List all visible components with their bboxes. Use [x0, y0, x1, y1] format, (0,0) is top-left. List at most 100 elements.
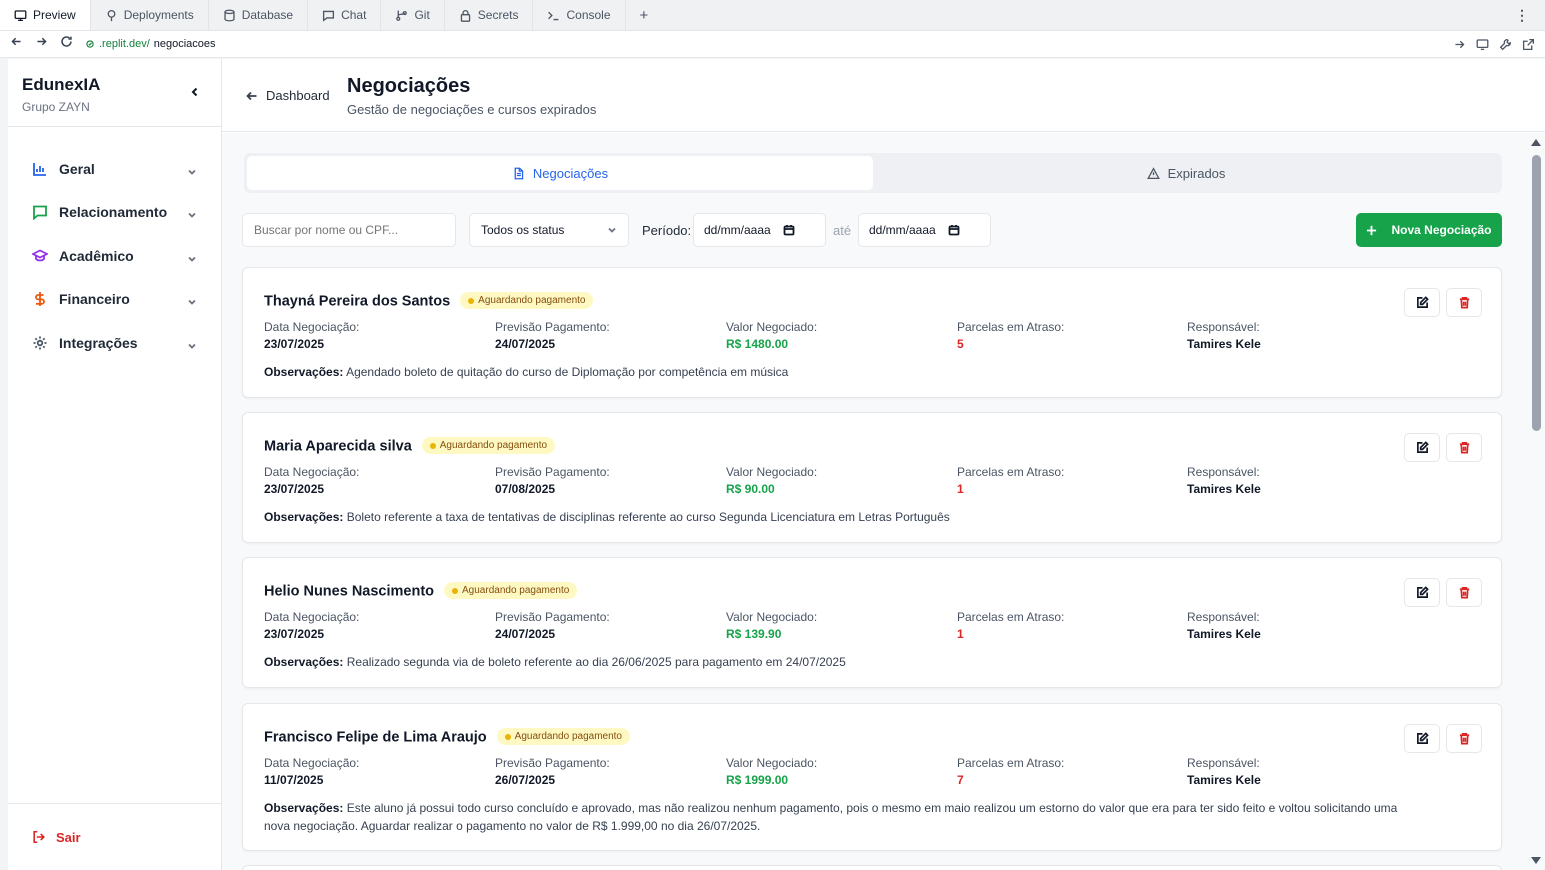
external-link-icon[interactable] — [1522, 38, 1535, 51]
url-tools — [1453, 38, 1535, 51]
url-input[interactable]: .replit.dev/negociacoes — [85, 38, 216, 50]
delete-button[interactable] — [1446, 288, 1482, 317]
monitor-icon — [14, 9, 27, 21]
negociacao-card: Helio Nunes Nascimento Aguardando pagamen… — [242, 557, 1502, 688]
deploy-icon — [107, 9, 116, 21]
graduation-cap-icon — [32, 248, 48, 264]
scroll-down-arrow[interactable] — [1531, 857, 1541, 864]
arrow-right-icon[interactable] — [1453, 38, 1466, 51]
card-observacoes: Observações: Este aluno já possui todo c… — [264, 799, 1414, 835]
periodo-label: Período: — [642, 223, 692, 238]
chevron-down-icon — [187, 251, 197, 262]
date-from-value: dd/mm/aaaa — [704, 223, 771, 237]
reload-icon[interactable] — [60, 35, 73, 53]
chevron-down-icon — [187, 338, 197, 349]
edit-button[interactable] — [1404, 433, 1440, 462]
field-value: 11/07/2025 — [264, 773, 324, 787]
back-to-dashboard-link[interactable]: Dashboard — [246, 88, 330, 103]
more-options-button[interactable]: ⋮ — [1499, 0, 1545, 30]
page-scrollbar[interactable] — [1527, 133, 1545, 870]
sidebar-item-geral[interactable]: Geral — [8, 147, 221, 191]
student-name: Francisco Felipe de Lima Araujo — [264, 729, 487, 746]
calendar-icon[interactable] — [948, 224, 960, 236]
scroll-up-arrow[interactable] — [1531, 139, 1541, 146]
brand: EdunexIA Grupo ZAYN — [8, 59, 221, 127]
obs-text: Este aluno já possui todo curso concluíd… — [264, 801, 1398, 833]
date-to-input[interactable]: dd/mm/aaaa — [858, 213, 991, 247]
status-badge: Aguardando pagamento — [496, 728, 630, 745]
field-label: Previsão Pagamento: — [495, 465, 610, 479]
nova-negociacao-button[interactable]: Nova Negociação — [1356, 213, 1502, 247]
device-icon[interactable] — [1476, 38, 1489, 51]
ide-tab-chat[interactable]: Chat — [308, 0, 382, 30]
edit-button[interactable] — [1404, 578, 1440, 607]
field-value: 23/07/2025 — [264, 337, 325, 351]
field-label: Data Negociação: — [264, 756, 360, 770]
lock-icon — [460, 9, 471, 22]
ide-tab-console[interactable]: Console — [533, 0, 626, 30]
date-from-input[interactable]: dd/mm/aaaa — [693, 213, 826, 247]
tab-negociacoes[interactable]: Negociações — [247, 156, 873, 190]
field-label: Responsável: — [1187, 610, 1260, 624]
field-label: Parcelas em Atraso: — [957, 320, 1065, 334]
tab-label: Negociações — [532, 165, 609, 181]
delete-button[interactable] — [1446, 433, 1482, 462]
collapse-sidebar-button[interactable] — [189, 85, 201, 97]
field-label: Responsável: — [1187, 320, 1260, 334]
message-square-icon — [32, 204, 48, 221]
new-tab-button[interactable]: + — [626, 0, 663, 30]
git-icon — [396, 10, 408, 21]
field-value: R$ 90.00 — [726, 482, 775, 496]
status-dot — [504, 733, 511, 740]
student-name: Thayná Pereira dos Santos — [264, 293, 451, 310]
alert-triangle-icon — [1146, 166, 1160, 179]
ide-tab-preview[interactable]: Preview — [0, 0, 91, 30]
card-student-name: Helio Nunes Nascimento Aguardando pagamen… — [264, 582, 578, 600]
brand-subtitle: Grupo ZAYN — [22, 100, 90, 114]
sidebar-item-integracoes[interactable]: Integrações — [8, 321, 221, 365]
edit-button[interactable] — [1404, 724, 1440, 753]
chevron-down-icon — [187, 164, 197, 175]
field-value: 1 — [957, 627, 964, 641]
sidebar-item-relacionamento[interactable]: Relacionamento — [8, 191, 221, 235]
delete-button[interactable] — [1446, 578, 1482, 607]
chevron-down-icon — [187, 207, 197, 219]
file-text-icon — [514, 167, 524, 179]
back-arrow-icon[interactable] — [10, 35, 23, 53]
sidebar: EdunexIA Grupo ZAYN Geral Relacionamento… — [8, 59, 222, 870]
edit-button[interactable] — [1404, 288, 1440, 317]
field-valor: Valor Negociado: R$ 1480.00 — [726, 320, 817, 351]
ide-tab-secrets[interactable]: Secrets — [445, 0, 534, 30]
chevron-down-icon — [187, 294, 197, 306]
card-observacoes: Observações: Realizado segunda via de bo… — [264, 653, 1414, 671]
wrench-icon[interactable] — [1499, 38, 1512, 51]
tab-expirados[interactable]: Expirados — [873, 156, 1499, 190]
card-student-name: Francisco Felipe de Lima Araujo Aguardand… — [264, 728, 630, 746]
delete-button[interactable] — [1446, 724, 1482, 753]
field-value: 24/07/2025 — [495, 627, 556, 641]
sidebar-item-financeiro[interactable]: Financeiro — [8, 278, 221, 322]
field-value: Tamires Kele — [1187, 773, 1261, 787]
scroll-thumb[interactable] — [1532, 155, 1541, 431]
search-input[interactable] — [242, 213, 456, 247]
card-observacoes: Observações: Boleto referente a taxa de … — [264, 508, 1414, 526]
ate-label: até — [833, 223, 852, 238]
logout-button[interactable]: Sair — [8, 803, 221, 870]
field-value: 07/08/2025 — [495, 482, 556, 496]
negociacao-card: Thayná Pereira dos Santos Aguardando paga… — [242, 267, 1502, 398]
negociacao-card-partial — [242, 865, 1502, 870]
sidebar-item-academico[interactable]: Acadêmico — [8, 234, 221, 278]
field-label: Valor Negociado: — [726, 756, 818, 770]
main-content: Negociações Expirados Todos os status Pe… — [222, 133, 1527, 870]
calendar-icon[interactable] — [783, 224, 795, 236]
ide-tab-deployments[interactable]: Deployments — [91, 0, 209, 30]
status-select[interactable]: Todos os status — [469, 213, 629, 247]
forward-arrow-icon[interactable] — [35, 35, 48, 53]
field-responsavel: Responsável: Tamires Kele — [1187, 756, 1261, 787]
student-name: Maria Aparecida silva — [264, 438, 412, 455]
ide-tab-git[interactable]: Git — [381, 0, 445, 30]
ide-tab-database[interactable]: Database — [209, 0, 309, 30]
status-text: Aguardando pagamento — [439, 440, 548, 451]
field-label: Previsão Pagamento: — [495, 610, 610, 624]
ide-tab-label: Database — [241, 8, 294, 22]
